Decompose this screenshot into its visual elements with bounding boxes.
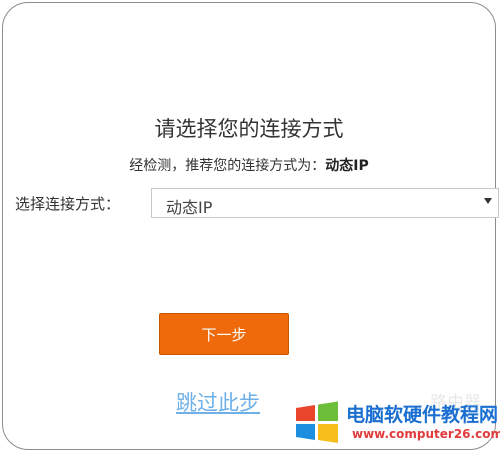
connection-setup-card: 请选择您的连接方式 经检测，推荐您的连接方式为：动态IP 选择连接方式： 动态I… <box>2 2 499 450</box>
detection-message: 经检测，推荐您的连接方式为：动态IP <box>3 155 495 175</box>
chevron-down-icon <box>484 198 492 204</box>
page-title: 请选择您的连接方式 <box>154 117 344 141</box>
connection-type-label: 选择连接方式： <box>15 195 121 213</box>
windows-logo-icon <box>296 401 338 443</box>
watermark-title: 电脑软硬件教程网 <box>346 404 499 426</box>
detection-prefix: 经检测，推荐您的连接方式为： <box>129 158 326 174</box>
skip-step-link[interactable]: 跳过此步 <box>176 387 260 417</box>
detected-connection-type: 动态IP <box>325 158 369 174</box>
watermark-url: www.computer26.com <box>352 427 500 441</box>
next-step-button[interactable]: 下一步 <box>159 313 289 355</box>
connection-type-select[interactable]: 动态IP <box>151 188 499 218</box>
connection-type-selected-value: 动态IP <box>166 198 213 217</box>
